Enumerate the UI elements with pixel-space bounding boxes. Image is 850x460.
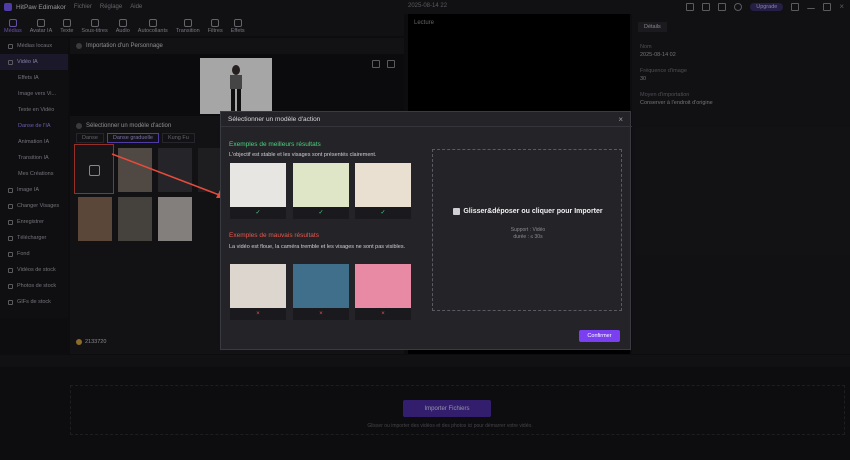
cross-icon: × bbox=[319, 311, 323, 317]
dropzone-label: Glisser&déposer ou cliquer pour Importer bbox=[433, 208, 623, 215]
bad-examples-title: Exemples de mauvais résultats bbox=[229, 232, 319, 239]
bad-examples-description: La vidéo est floue, la caméra tremble et… bbox=[229, 244, 406, 250]
add-file-icon bbox=[453, 208, 461, 215]
dropzone-duration: durée : ≤ 30s bbox=[513, 234, 543, 240]
cross-icon: × bbox=[256, 311, 260, 317]
divider bbox=[221, 126, 632, 127]
example-image bbox=[230, 163, 286, 207]
upload-dropzone[interactable]: Glisser&déposer ou cliquer pour Importer… bbox=[432, 149, 622, 311]
example-image bbox=[230, 264, 286, 308]
good-example-card: ✓ bbox=[230, 163, 286, 219]
check-icon: ✓ bbox=[255, 210, 261, 216]
example-image bbox=[293, 264, 349, 308]
check-icon: ✓ bbox=[318, 210, 324, 216]
example-image bbox=[355, 264, 411, 308]
example-image bbox=[293, 163, 349, 207]
dialog-title: Sélectionner un modèle d'action bbox=[228, 116, 321, 123]
bad-example-card: × bbox=[355, 264, 411, 320]
cross-icon: × bbox=[381, 311, 385, 317]
select-action-model-dialog: Sélectionner un modèle d'action × Exempl… bbox=[220, 111, 632, 350]
example-image bbox=[355, 163, 411, 207]
good-examples-description: L'objectif est stable et les visages son… bbox=[229, 152, 377, 158]
check-icon: ✓ bbox=[380, 210, 386, 216]
annotation-arrow bbox=[111, 153, 226, 198]
bad-example-card: × bbox=[293, 264, 349, 320]
good-example-card: ✓ bbox=[293, 163, 349, 219]
good-examples-title: Exemples de meilleurs résultats bbox=[229, 141, 321, 148]
dropzone-support: Support : Vidéo bbox=[510, 227, 546, 233]
close-icon[interactable]: × bbox=[618, 115, 623, 124]
good-example-card: ✓ bbox=[355, 163, 411, 219]
confirm-button[interactable]: Confirmer bbox=[579, 330, 620, 342]
bad-example-card: × bbox=[230, 264, 286, 320]
